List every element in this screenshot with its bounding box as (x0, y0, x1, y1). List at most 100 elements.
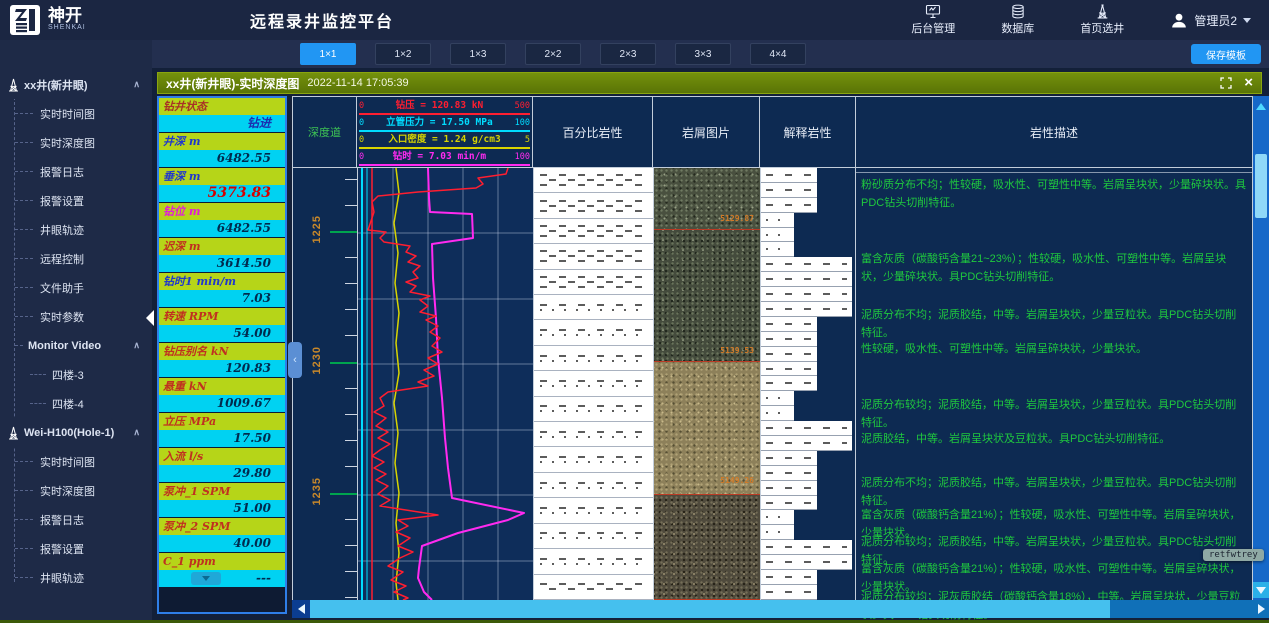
collapse-caret-icon[interactable]: ∧ (133, 340, 152, 351)
sidebar-item-Monitor Video[interactable]: Monitor Video∧ (0, 331, 152, 360)
sidebar-item-报警设置[interactable]: 报警设置 (0, 534, 152, 563)
layout-tab-1×1[interactable]: 1×1 (300, 43, 356, 65)
layout-tab-1×3[interactable]: 1×3 (450, 43, 506, 65)
sidebar-item-井眼轨迹[interactable]: 井眼轨迹 (0, 563, 152, 592)
sidebar-item-实时时间图[interactable]: 实时时间图 (0, 99, 152, 128)
triangle-down-icon (1256, 587, 1266, 594)
vertical-scroll-thumb[interactable] (1255, 154, 1267, 218)
lithology-description: 泥质分布不均；泥质胶结，中等。岩屑呈块状，少量豆粒状。具PDC钻头切削特征。 (861, 306, 1246, 342)
lithology-symbol-line (766, 561, 847, 563)
lithology-symbol-line (766, 427, 847, 429)
lithology-description: 泥质分布较均；泥质胶结，中等。岩屑呈块状，少量豆粒状。具PDC钻头切削特征。 (861, 396, 1246, 432)
lithology-symbol-line (540, 309, 647, 311)
param-label: 泵冲_2 SPM (159, 518, 285, 535)
sidebar-item-label: Wei-H100(Hole-1) (24, 427, 114, 439)
interpreted-lithology-block (761, 257, 852, 272)
lithology-symbol-line (549, 588, 639, 590)
sidebar-item-四楼-4[interactable]: 四楼-4 (0, 389, 152, 418)
sidebar-item-远程控制[interactable]: 远程控制 (0, 244, 152, 273)
legend-min: 0 (359, 133, 364, 147)
lithology-pattern-row (534, 244, 653, 269)
lithology-symbol-line (766, 412, 789, 414)
lithology-symbol-line (540, 184, 647, 186)
sidebar-item-四楼-3[interactable]: 四楼-3 (0, 360, 152, 389)
curve-track (357, 168, 533, 600)
tooltip: retfwtrey (1203, 549, 1264, 561)
sidebar-item-实时时间图[interactable]: 实时时间图 (0, 447, 152, 476)
scroll-left-button[interactable] (292, 600, 310, 618)
top-header: 神开 SHENKAI 远程录井监控平台 后台管理数据库首页选井 管理员2 (0, 0, 1269, 40)
sidebar-item-xx井(新井眼)[interactable]: xx井(新井眼)∧ (0, 70, 152, 99)
legend-min: 0 (359, 150, 364, 164)
lithology-symbol-line (549, 230, 639, 232)
lithology-pattern-row (534, 473, 653, 498)
sidebar-collapse-handle[interactable] (146, 310, 154, 326)
depth-log-chart: 深度道 0钻压 = 120.83 kN5000立管压力 = 17.50 MPa1… (292, 96, 1269, 618)
user-menu[interactable]: 管理员2 (1170, 11, 1251, 29)
horizontal-scroll-thumb[interactable] (310, 600, 1110, 618)
depth-scale-track: 122512301235 (292, 168, 357, 600)
sidebar-item-报警设置[interactable]: 报警设置 (0, 186, 152, 215)
vertical-scrollbar[interactable] (1253, 96, 1269, 600)
lithology-symbol-line (766, 591, 812, 593)
interpreted-lithology-block (761, 376, 817, 391)
sidebar-item-Wei-H100(Hole-1)[interactable]: Wei-H100(Hole-1) ∧ (0, 418, 152, 447)
lithology-symbol-line (549, 255, 639, 257)
lithology-symbol-line (766, 234, 789, 236)
sidebar-item-实时参数[interactable]: 实时参数 (0, 302, 152, 331)
param-block: 泵冲_1 SPM51.00 (159, 483, 285, 517)
lithology-description-track: retfwtrey 粉砂质分布不均；性较硬，吸水性、可塑性中等。岩屑呈块状，少量… (856, 168, 1253, 600)
horizontal-scrollbar[interactable] (292, 600, 1269, 618)
layout-tab-1×2[interactable]: 1×2 (375, 43, 431, 65)
depth-major-tick (330, 493, 357, 495)
param-dropdown-button[interactable] (191, 572, 221, 585)
layout-tabs: 1×1 1×2 1×3 2×2 2×3 3×3 4×4 (300, 43, 806, 65)
interpreted-lithology-block (761, 510, 794, 525)
legend-min: 0 (359, 116, 364, 130)
interpreted-lithology-block (761, 555, 852, 570)
layout-tab-2×2[interactable]: 2×2 (525, 43, 581, 65)
lithology-symbol-line (766, 382, 812, 384)
sidebar-item-label: 实时时间图 (40, 454, 95, 470)
sidebar-item-文件助手[interactable]: 文件助手 (0, 273, 152, 302)
collapse-caret-icon[interactable]: ∧ (133, 79, 152, 90)
param-value: 40.00 (159, 535, 285, 552)
fullscreen-icon[interactable] (1220, 77, 1232, 89)
lithology-symbol-line (540, 410, 647, 412)
lithology-symbol-line (766, 278, 847, 280)
param-value: 29.80 (159, 465, 285, 482)
collapse-caret-icon[interactable]: ∧ (133, 427, 152, 438)
close-icon[interactable]: × (1244, 77, 1253, 89)
sidebar-item-实时深度图[interactable]: 实时深度图 (0, 128, 152, 157)
sidebar-item-实时深度图[interactable]: 实时深度图 (0, 476, 152, 505)
sidebar-item-报警日志[interactable]: 报警日志 (0, 157, 152, 186)
lithology-description: 富含灰质（碳酸钙含量21~23%）；性较硬，吸水性、可塑性中等。岩屑呈块状，少量… (861, 250, 1246, 286)
layout-tab-2×3[interactable]: 2×3 (600, 43, 656, 65)
depth-minor-tick (345, 309, 357, 310)
nav-admin-monitor[interactable]: 后台管理 (911, 4, 955, 36)
panel-collapse-handle[interactable]: ‹ (288, 342, 302, 378)
param-label: 钻压别名 kN (159, 343, 285, 360)
panel-title: xx井(新井眼)-实时深度图 (166, 75, 299, 92)
layout-tab-3×3[interactable]: 3×3 (675, 43, 731, 65)
lithology-symbol-line (766, 308, 847, 310)
lithology-symbol-line (540, 512, 647, 514)
sidebar-item-label: 四楼-3 (52, 367, 84, 383)
sidebar-item-报警日志[interactable]: 报警日志 (0, 505, 152, 534)
sidebar-item-label: 报警设置 (40, 541, 84, 557)
triangle-left-icon (298, 604, 305, 614)
scroll-right-button[interactable] (1253, 600, 1269, 618)
scroll-up-button[interactable] (1253, 98, 1269, 114)
nav-database[interactable]: 数据库 (1001, 4, 1034, 36)
save-template-button[interactable]: 保存模板 (1191, 44, 1261, 64)
sidebar-item-label: 井眼轨迹 (40, 222, 84, 238)
interpreted-lithology-block (761, 436, 852, 451)
interpreted-lithology-block (761, 451, 817, 466)
scroll-down-button[interactable] (1253, 582, 1269, 598)
curve-legend: 0钻压 = 120.83 kN5000立管压力 = 17.50 MPa1000入… (357, 96, 533, 168)
nav-well-select[interactable]: 首页选井 (1080, 4, 1124, 36)
lithology-symbol-line (540, 482, 647, 484)
sidebar-item-井眼轨迹[interactable]: 井眼轨迹 (0, 215, 152, 244)
layout-tab-4×4[interactable]: 4×4 (750, 43, 806, 65)
lithology-symbol-line (766, 323, 812, 325)
